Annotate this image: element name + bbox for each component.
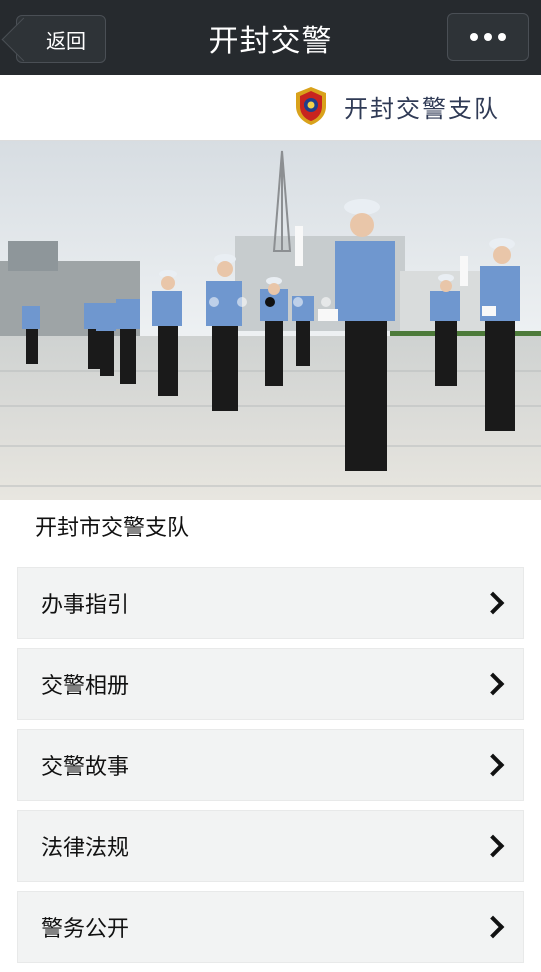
brand-header: 开封交警支队 xyxy=(0,75,541,141)
menu-item-label: 法律法规 xyxy=(41,836,130,861)
police-emblem-icon xyxy=(296,87,326,125)
carousel-indicator[interactable] xyxy=(209,297,331,307)
more-options-button[interactable] xyxy=(447,13,529,61)
carousel-dot-active[interactable] xyxy=(265,297,275,307)
banner-image xyxy=(0,141,541,500)
menu-item-public-affairs[interactable]: 警务公开 xyxy=(17,891,524,963)
section-title: 开封市交警支队 xyxy=(35,516,190,541)
carousel-dot[interactable] xyxy=(209,297,219,307)
menu-item-label: 警务公开 xyxy=(41,917,130,942)
more-dot-icon xyxy=(470,33,478,41)
chevron-right-icon xyxy=(481,672,505,696)
chevron-right-icon xyxy=(481,834,505,858)
more-dot-icon xyxy=(498,33,506,41)
carousel-dot[interactable] xyxy=(321,297,331,307)
brand-name: 开封交警支队 xyxy=(344,95,500,123)
carousel-dot[interactable] xyxy=(237,297,247,307)
top-nav-bar: 返回 开封交警 xyxy=(0,0,541,75)
menu-item-label: 交警相册 xyxy=(41,674,130,699)
menu-item-album[interactable]: 交警相册 xyxy=(17,648,524,720)
menu-item-laws[interactable]: 法律法规 xyxy=(17,810,524,882)
menu-item-label: 交警故事 xyxy=(41,755,130,780)
carousel-dot[interactable] xyxy=(293,297,303,307)
menu-list: 办事指引 交警相册 交警故事 法律法规 警务公开 xyxy=(17,567,524,972)
back-button-label: 返回 xyxy=(46,28,86,53)
menu-item-guide[interactable]: 办事指引 xyxy=(17,567,524,639)
chevron-right-icon xyxy=(481,591,505,615)
chevron-right-icon xyxy=(481,915,505,939)
menu-item-label: 办事指引 xyxy=(41,593,130,618)
more-dot-icon xyxy=(484,33,492,41)
menu-item-stories[interactable]: 交警故事 xyxy=(17,729,524,801)
chevron-right-icon xyxy=(481,753,505,777)
banner-carousel[interactable] xyxy=(0,141,541,500)
